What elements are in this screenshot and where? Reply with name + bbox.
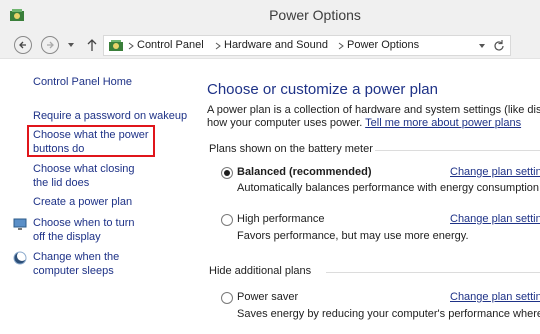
high-performance-plan-description: Favors performance, but may use more ene…	[237, 230, 469, 242]
navigation-bar: Control Panel Hardware and Sound Power O…	[0, 31, 540, 59]
task-pane: Control Panel Home Require a password on…	[0, 59, 200, 334]
power-saver-change-settings-link[interactable]: Change plan settings	[450, 291, 540, 303]
create-power-plan-link[interactable]: Create a power plan	[33, 195, 193, 209]
hide-additional-plans-label[interactable]: Hide additional plans	[209, 265, 311, 277]
up-arrow-icon[interactable]	[86, 38, 98, 52]
title-bar: Power Options	[0, 0, 540, 31]
power-saver-plan-name[interactable]: Power saver	[237, 291, 298, 303]
arrow-right-icon	[47, 41, 54, 49]
balanced-plan-radio[interactable]	[221, 167, 233, 179]
choose-closing-lid-link[interactable]: Choose what closing the lid does	[33, 162, 148, 190]
control-panel-icon	[109, 40, 123, 51]
breadcrumb-control-panel[interactable]: Control Panel	[137, 39, 204, 51]
require-password-link[interactable]: Require a password on wakeup	[33, 109, 193, 123]
high-performance-plan-radio[interactable]	[221, 214, 233, 226]
power-saver-plan-radio[interactable]	[221, 292, 233, 304]
balanced-change-settings-link[interactable]: Change plan settings	[450, 166, 540, 178]
control-panel-home-link[interactable]: Control Panel Home	[33, 75, 193, 89]
display-icon	[13, 218, 27, 230]
section-divider	[375, 150, 540, 151]
description-text: how your computer uses power.	[207, 117, 363, 129]
chevron-right-icon	[338, 42, 344, 50]
learn-more-power-plans-link[interactable]: Tell me more about power plans	[365, 117, 521, 129]
balanced-plan-name[interactable]: Balanced (recommended)	[237, 166, 371, 178]
section-divider	[326, 272, 540, 273]
refresh-icon[interactable]	[492, 39, 506, 53]
forward-button[interactable]	[41, 36, 59, 54]
highlight-annotation	[27, 125, 155, 157]
main-content: Choose or customize a power plan A power…	[200, 59, 540, 334]
description-line-1: A power plan is a collection of hardware…	[207, 104, 540, 116]
chevron-right-icon	[215, 42, 221, 50]
page-description: A power plan is a collection of hardware…	[207, 104, 540, 130]
page-title: Choose or customize a power plan	[207, 81, 438, 98]
breadcrumb-power-options[interactable]: Power Options	[347, 39, 419, 51]
window-title: Power Options	[269, 7, 361, 23]
breadcrumb-hardware-and-sound[interactable]: Hardware and Sound	[224, 39, 328, 51]
computer-sleeps-link[interactable]: Change when the computer sleeps	[33, 250, 153, 278]
power-saver-plan-description: Saves energy by reducing your computer's…	[237, 308, 540, 320]
turn-off-display-link[interactable]: Choose when to turn off the display	[33, 216, 148, 244]
chevron-right-icon	[128, 42, 134, 50]
high-performance-change-settings-link[interactable]: Change plan settings	[450, 213, 540, 225]
address-dropdown-icon[interactable]	[478, 43, 486, 49]
description-line-2: how your computer uses power. Tell me mo…	[207, 117, 540, 130]
sleep-moon-icon	[13, 251, 27, 265]
recent-locations-dropdown-icon[interactable]	[66, 40, 76, 50]
balanced-plan-description: Automatically balances performance with …	[237, 182, 540, 194]
battery-meter-section-label: Plans shown on the battery meter	[209, 143, 373, 155]
arrow-left-icon	[19, 41, 26, 49]
address-bar[interactable]: Control Panel Hardware and Sound Power O…	[103, 35, 511, 56]
back-button[interactable]	[14, 36, 32, 54]
high-performance-plan-name[interactable]: High performance	[237, 213, 324, 225]
